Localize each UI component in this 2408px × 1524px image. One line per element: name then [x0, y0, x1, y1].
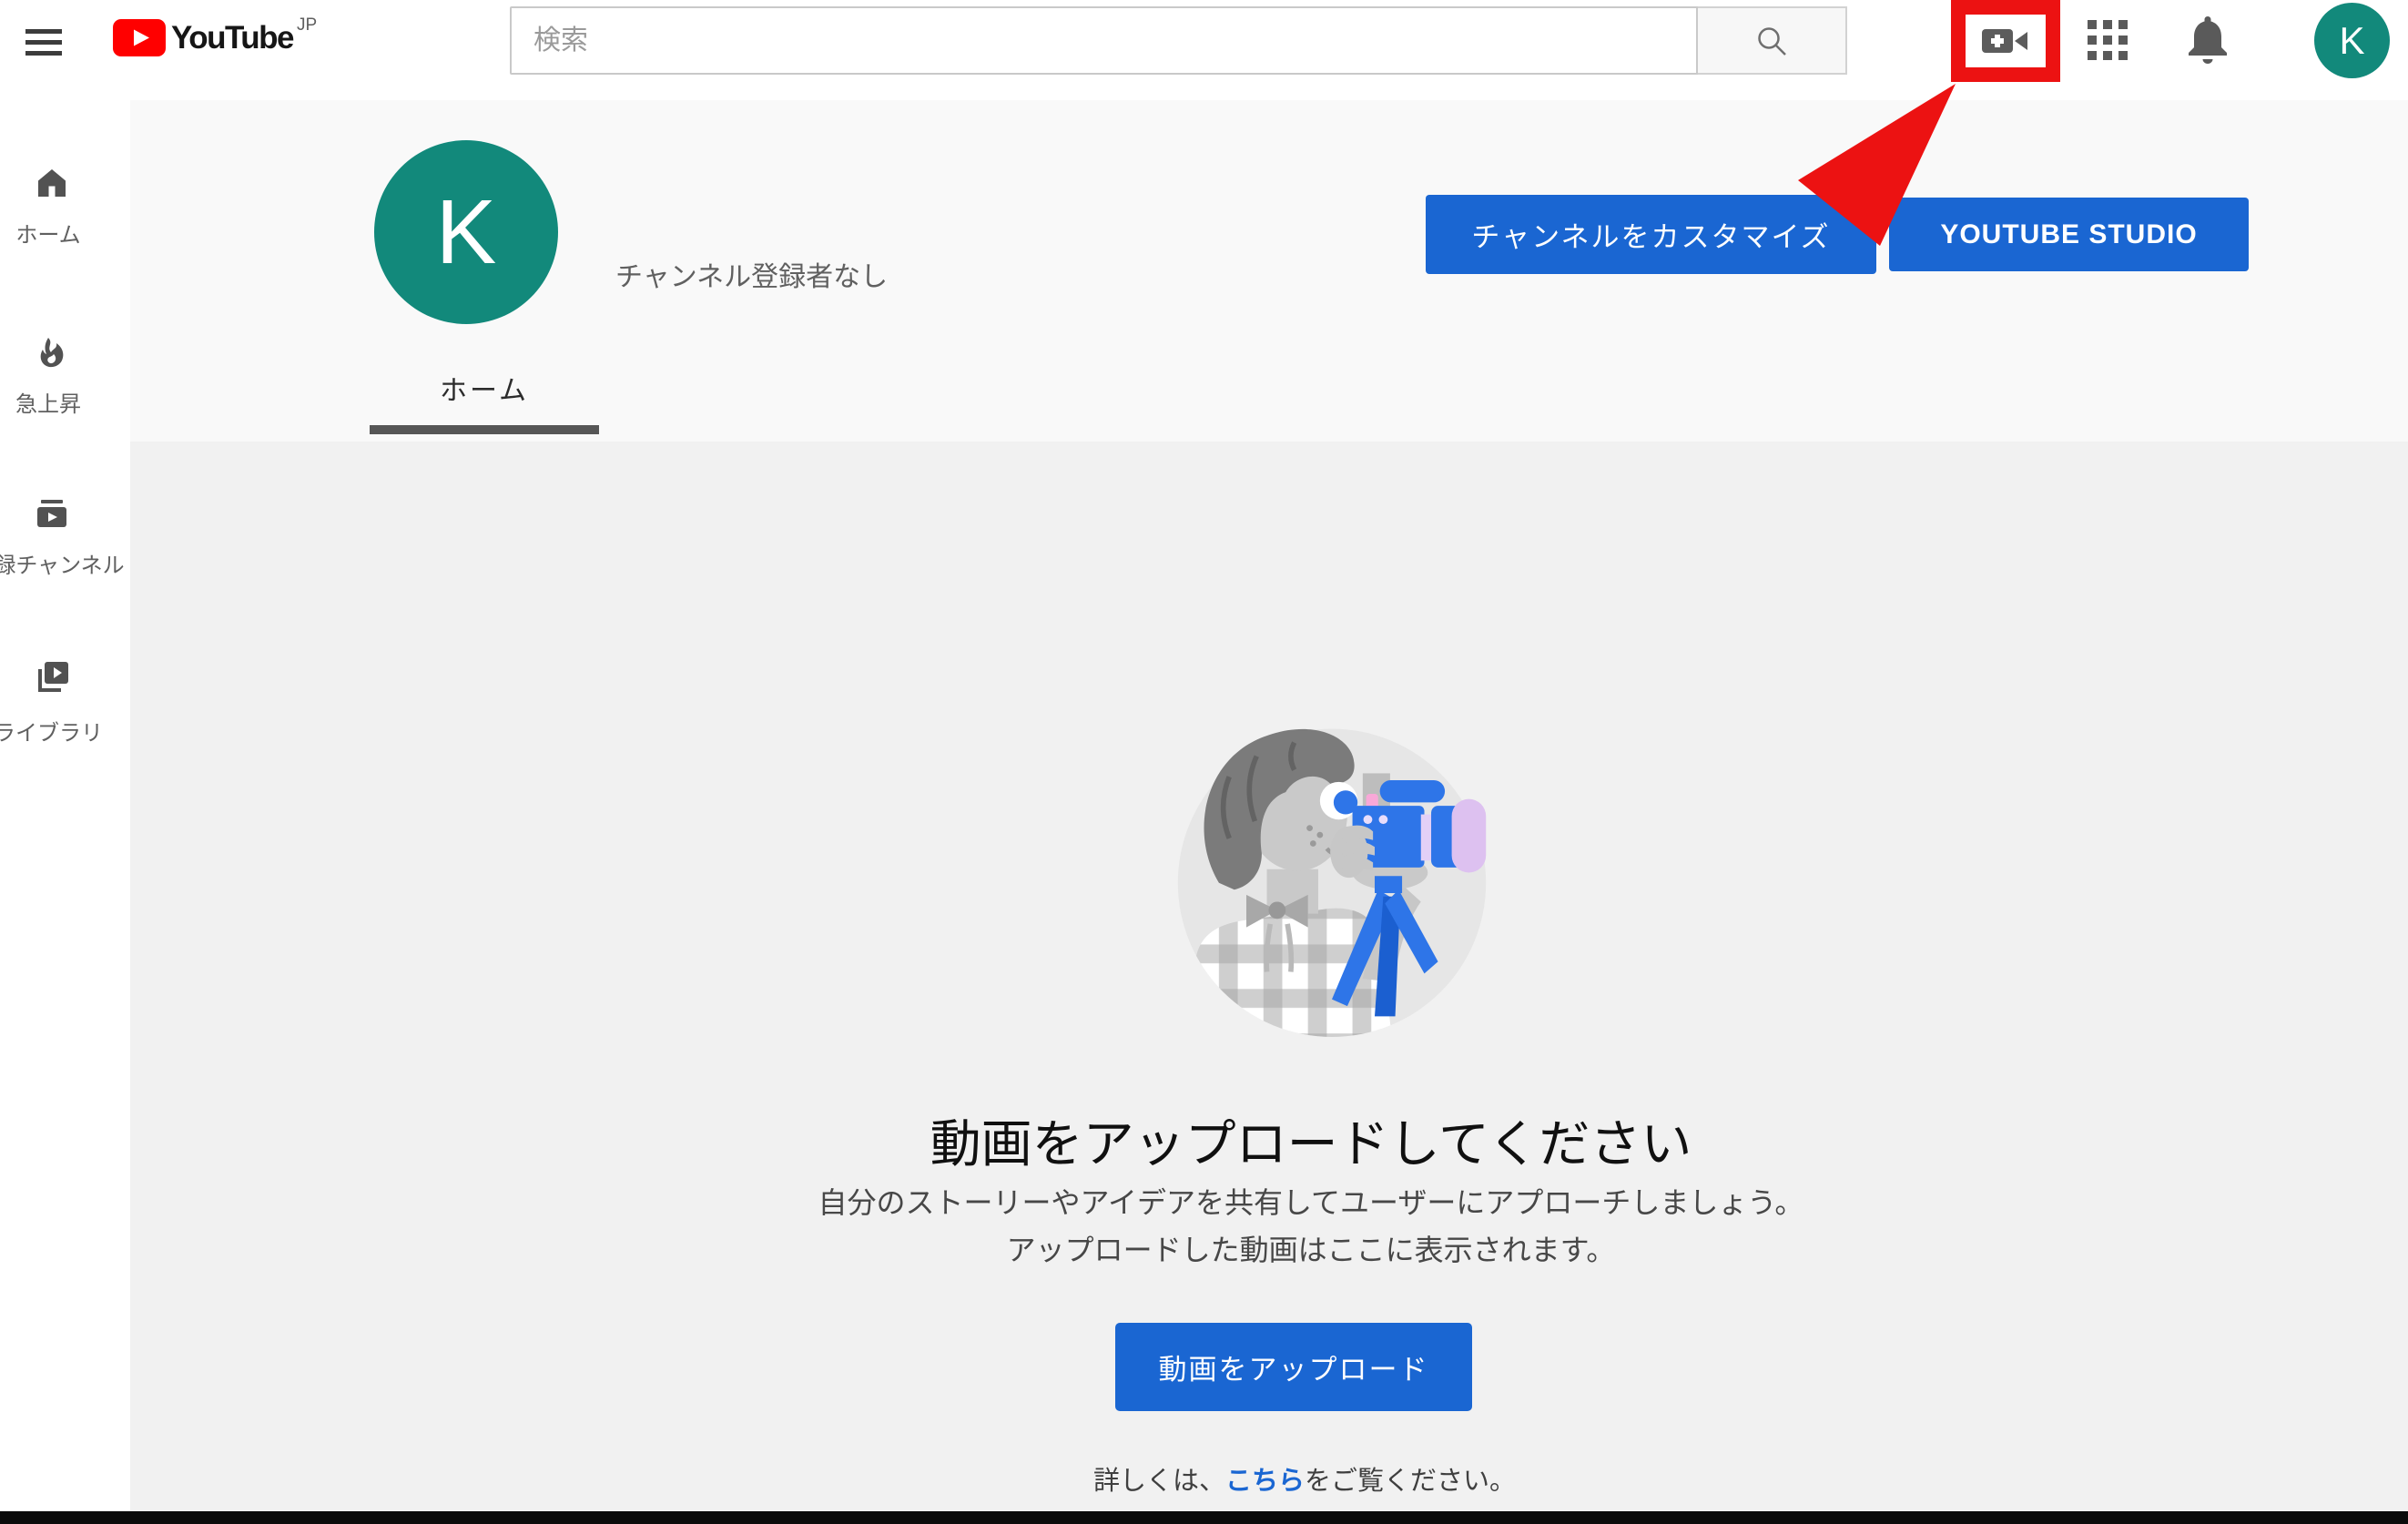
upload-empty-state-illustration — [1161, 708, 1503, 1051]
search-button[interactable] — [1698, 6, 1847, 75]
empty-state-title: 動画をアップロードしてください — [930, 1103, 1692, 1177]
library-icon — [36, 660, 70, 695]
help-prefix: 詳しくは、 — [1093, 1467, 1225, 1496]
menu-hamburger-icon[interactable] — [25, 29, 62, 71]
home-icon — [36, 167, 68, 199]
empty-state-description: 自分のストーリーやアイデアを共有してユーザーにアプローチしましょう。 アップロー… — [818, 1179, 1804, 1274]
sidebar-item-library[interactable]: ライブラリ — [0, 657, 130, 771]
logo-region-code: JP — [297, 15, 317, 36]
fire-icon — [36, 336, 68, 369]
logo-wordmark: YouTube — [171, 19, 293, 56]
annotation-arrow — [1795, 78, 1959, 249]
sidebar-label: 急上昇 — [15, 386, 81, 418]
sidebar-item-trending[interactable]: 急上昇 — [0, 333, 130, 447]
annotation-highlight-box — [1951, 0, 2060, 82]
youtube-channel-page: YouTube JP — [0, 0, 2408, 1524]
channel-avatar[interactable]: K — [374, 140, 558, 324]
channel-header: K チャンネル登録者なし チャンネルをカスタマイズ YOUTUBE STUDIO… — [130, 100, 2408, 442]
hamburger-bar — [25, 29, 62, 34]
avatar-letter: K — [2339, 19, 2364, 63]
notifications-bell-icon[interactable] — [2185, 13, 2230, 70]
description-line-1: 自分のストーリーやアイデアを共有してユーザーにアプローチしましょう。 — [818, 1179, 1804, 1226]
sidebar-item-home[interactable]: ホーム — [0, 164, 130, 278]
search-input[interactable] — [510, 6, 1698, 75]
sidebar-mini-guide: ホーム 急上昇 登録チャンネル ライブラリ — [0, 100, 130, 1511]
apps-grid-icon[interactable] — [2088, 20, 2128, 65]
channel-avatar-letter: K — [436, 180, 497, 285]
youtube-play-icon — [113, 19, 166, 56]
sidebar-label: ホーム — [15, 217, 80, 249]
search-box — [510, 6, 1847, 75]
upload-video-button[interactable]: 動画をアップロード — [1115, 1323, 1472, 1411]
subscriptions-icon — [36, 497, 68, 530]
hamburger-bar — [25, 40, 62, 45]
help-link[interactable]: こちら — [1225, 1467, 1305, 1496]
search-icon — [1755, 25, 1788, 57]
sidebar-item-subscriptions[interactable]: 登録チャンネル — [0, 494, 130, 608]
subscriber-count: チャンネル登録者なし — [615, 254, 888, 294]
help-text: 詳しくは、こちらをご覧ください。 — [1093, 1459, 1516, 1498]
description-line-2: アップロードした動画はここに表示されます。 — [818, 1226, 1804, 1274]
tab-home-label: ホーム — [440, 368, 529, 408]
screen-bottom-bar — [0, 1511, 2408, 1524]
active-tab-indicator — [370, 425, 599, 434]
sidebar-label: 登録チャンネル — [0, 547, 125, 579]
tab-home[interactable]: ホーム — [370, 355, 599, 437]
channel-content-area: 動画をアップロードしてください 自分のストーリーやアイデアを共有してユーザーにア… — [130, 442, 2408, 1511]
youtube-logo[interactable]: YouTube JP — [113, 19, 317, 56]
account-avatar[interactable]: K — [2314, 3, 2390, 78]
sidebar-label: ライブラリ — [0, 715, 103, 747]
help-suffix: をご覧ください。 — [1305, 1467, 1516, 1496]
hamburger-bar — [25, 51, 62, 56]
